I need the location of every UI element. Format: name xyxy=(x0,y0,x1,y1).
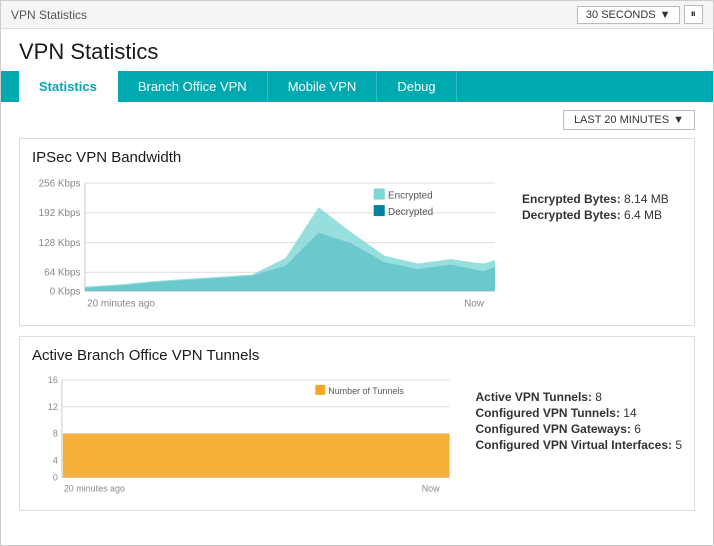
chevron-down-icon: ▼ xyxy=(660,9,671,21)
top-bar-title: VPN Statistics xyxy=(11,8,87,22)
ipsec-stat-decrypted: Decrypted Bytes: 6.4 MB xyxy=(522,208,682,222)
svg-text:128 Kbps: 128 Kbps xyxy=(39,238,81,249)
ipsec-chart-title: IPSec VPN Bandwidth xyxy=(32,149,682,166)
svg-text:Now: Now xyxy=(464,298,485,309)
ipsec-chart-svg: 256 Kbps 192 Kbps 128 Kbps 64 Kbps 0 Kbp… xyxy=(32,172,506,315)
ipsec-stat-encrypted: Encrypted Bytes: 8.14 MB xyxy=(522,192,682,206)
svg-text:8: 8 xyxy=(53,429,58,439)
stat-configured-tunnels: Configured VPN Tunnels: 14 xyxy=(476,406,683,420)
stat-configured-interfaces: Configured VPN Virtual Interfaces: 5 xyxy=(476,438,683,452)
top-bar-controls: 30 SECONDS ▼ ⏸ xyxy=(577,5,703,24)
content-area: LAST 20 MINUTES ▼ IPSec VPN Bandwidth xyxy=(1,102,713,529)
time-filter: LAST 20 MINUTES ▼ xyxy=(19,110,695,130)
svg-text:20 minutes ago: 20 minutes ago xyxy=(64,484,125,494)
time-filter-chevron: ▼ xyxy=(673,114,684,126)
svg-text:64 Kbps: 64 Kbps xyxy=(44,268,80,279)
page-header: VPN Statistics xyxy=(1,29,713,71)
tunnels-chart-svg: 16 12 8 4 0 20 minutes ago Now Number of… xyxy=(32,370,460,499)
stat-active-tunnels: Active VPN Tunnels: 8 xyxy=(476,390,683,404)
time-filter-button[interactable]: LAST 20 MINUTES ▼ xyxy=(563,110,695,130)
svg-text:0: 0 xyxy=(53,473,58,483)
refresh-label: 30 SECONDS xyxy=(586,9,656,21)
pause-button[interactable]: ⏸ xyxy=(684,5,704,24)
tab-debug[interactable]: Debug xyxy=(377,71,456,102)
time-filter-label: LAST 20 MINUTES xyxy=(574,114,669,126)
tunnels-chart-container: 16 12 8 4 0 20 minutes ago Now Number of… xyxy=(32,370,682,499)
ipsec-bandwidth-section: IPSec VPN Bandwidth 256 Kbps 192 Kbps 1 xyxy=(19,138,695,326)
svg-text:16: 16 xyxy=(48,375,58,385)
ipsec-chart-area: 256 Kbps 192 Kbps 128 Kbps 64 Kbps 0 Kbp… xyxy=(32,172,506,315)
ipsec-stats: Encrypted Bytes: 8.14 MB Decrypted Bytes… xyxy=(522,172,682,224)
svg-text:0 Kbps: 0 Kbps xyxy=(50,286,81,297)
pause-icon: ⏸ xyxy=(691,8,697,20)
svg-text:Decrypted: Decrypted xyxy=(388,207,433,218)
svg-text:Encrypted: Encrypted xyxy=(388,190,433,201)
tunnels-section: Active Branch Office VPN Tunnels 16 12 xyxy=(19,336,695,510)
svg-text:256 Kbps: 256 Kbps xyxy=(39,178,81,189)
svg-text:192 Kbps: 192 Kbps xyxy=(39,208,81,219)
svg-text:Number of Tunnels: Number of Tunnels xyxy=(328,386,404,396)
tab-mobile-vpn[interactable]: Mobile VPN xyxy=(268,71,378,102)
tunnels-chart-title: Active Branch Office VPN Tunnels xyxy=(32,347,682,364)
top-bar: VPN Statistics 30 SECONDS ▼ ⏸ xyxy=(1,1,713,29)
svg-text:12: 12 xyxy=(48,402,58,412)
tab-branch-office-vpn[interactable]: Branch Office VPN xyxy=(118,71,268,102)
tab-statistics[interactable]: Statistics xyxy=(19,71,118,102)
svg-text:20 minutes ago: 20 minutes ago xyxy=(87,298,155,309)
ipsec-chart-container: 256 Kbps 192 Kbps 128 Kbps 64 Kbps 0 Kbp… xyxy=(32,172,682,315)
svg-text:Now: Now xyxy=(422,484,440,494)
tunnels-chart-area: 16 12 8 4 0 20 minutes ago Now Number of… xyxy=(32,370,460,499)
page-title: VPN Statistics xyxy=(19,39,695,65)
refresh-button[interactable]: 30 SECONDS ▼ xyxy=(577,6,680,24)
tabs-bar: Statistics Branch Office VPN Mobile VPN … xyxy=(1,71,713,102)
stat-configured-gateways: Configured VPN Gateways: 6 xyxy=(476,422,683,436)
svg-text:4: 4 xyxy=(53,456,58,466)
tunnels-stats: Active VPN Tunnels: 8 Configured VPN Tun… xyxy=(476,370,683,454)
